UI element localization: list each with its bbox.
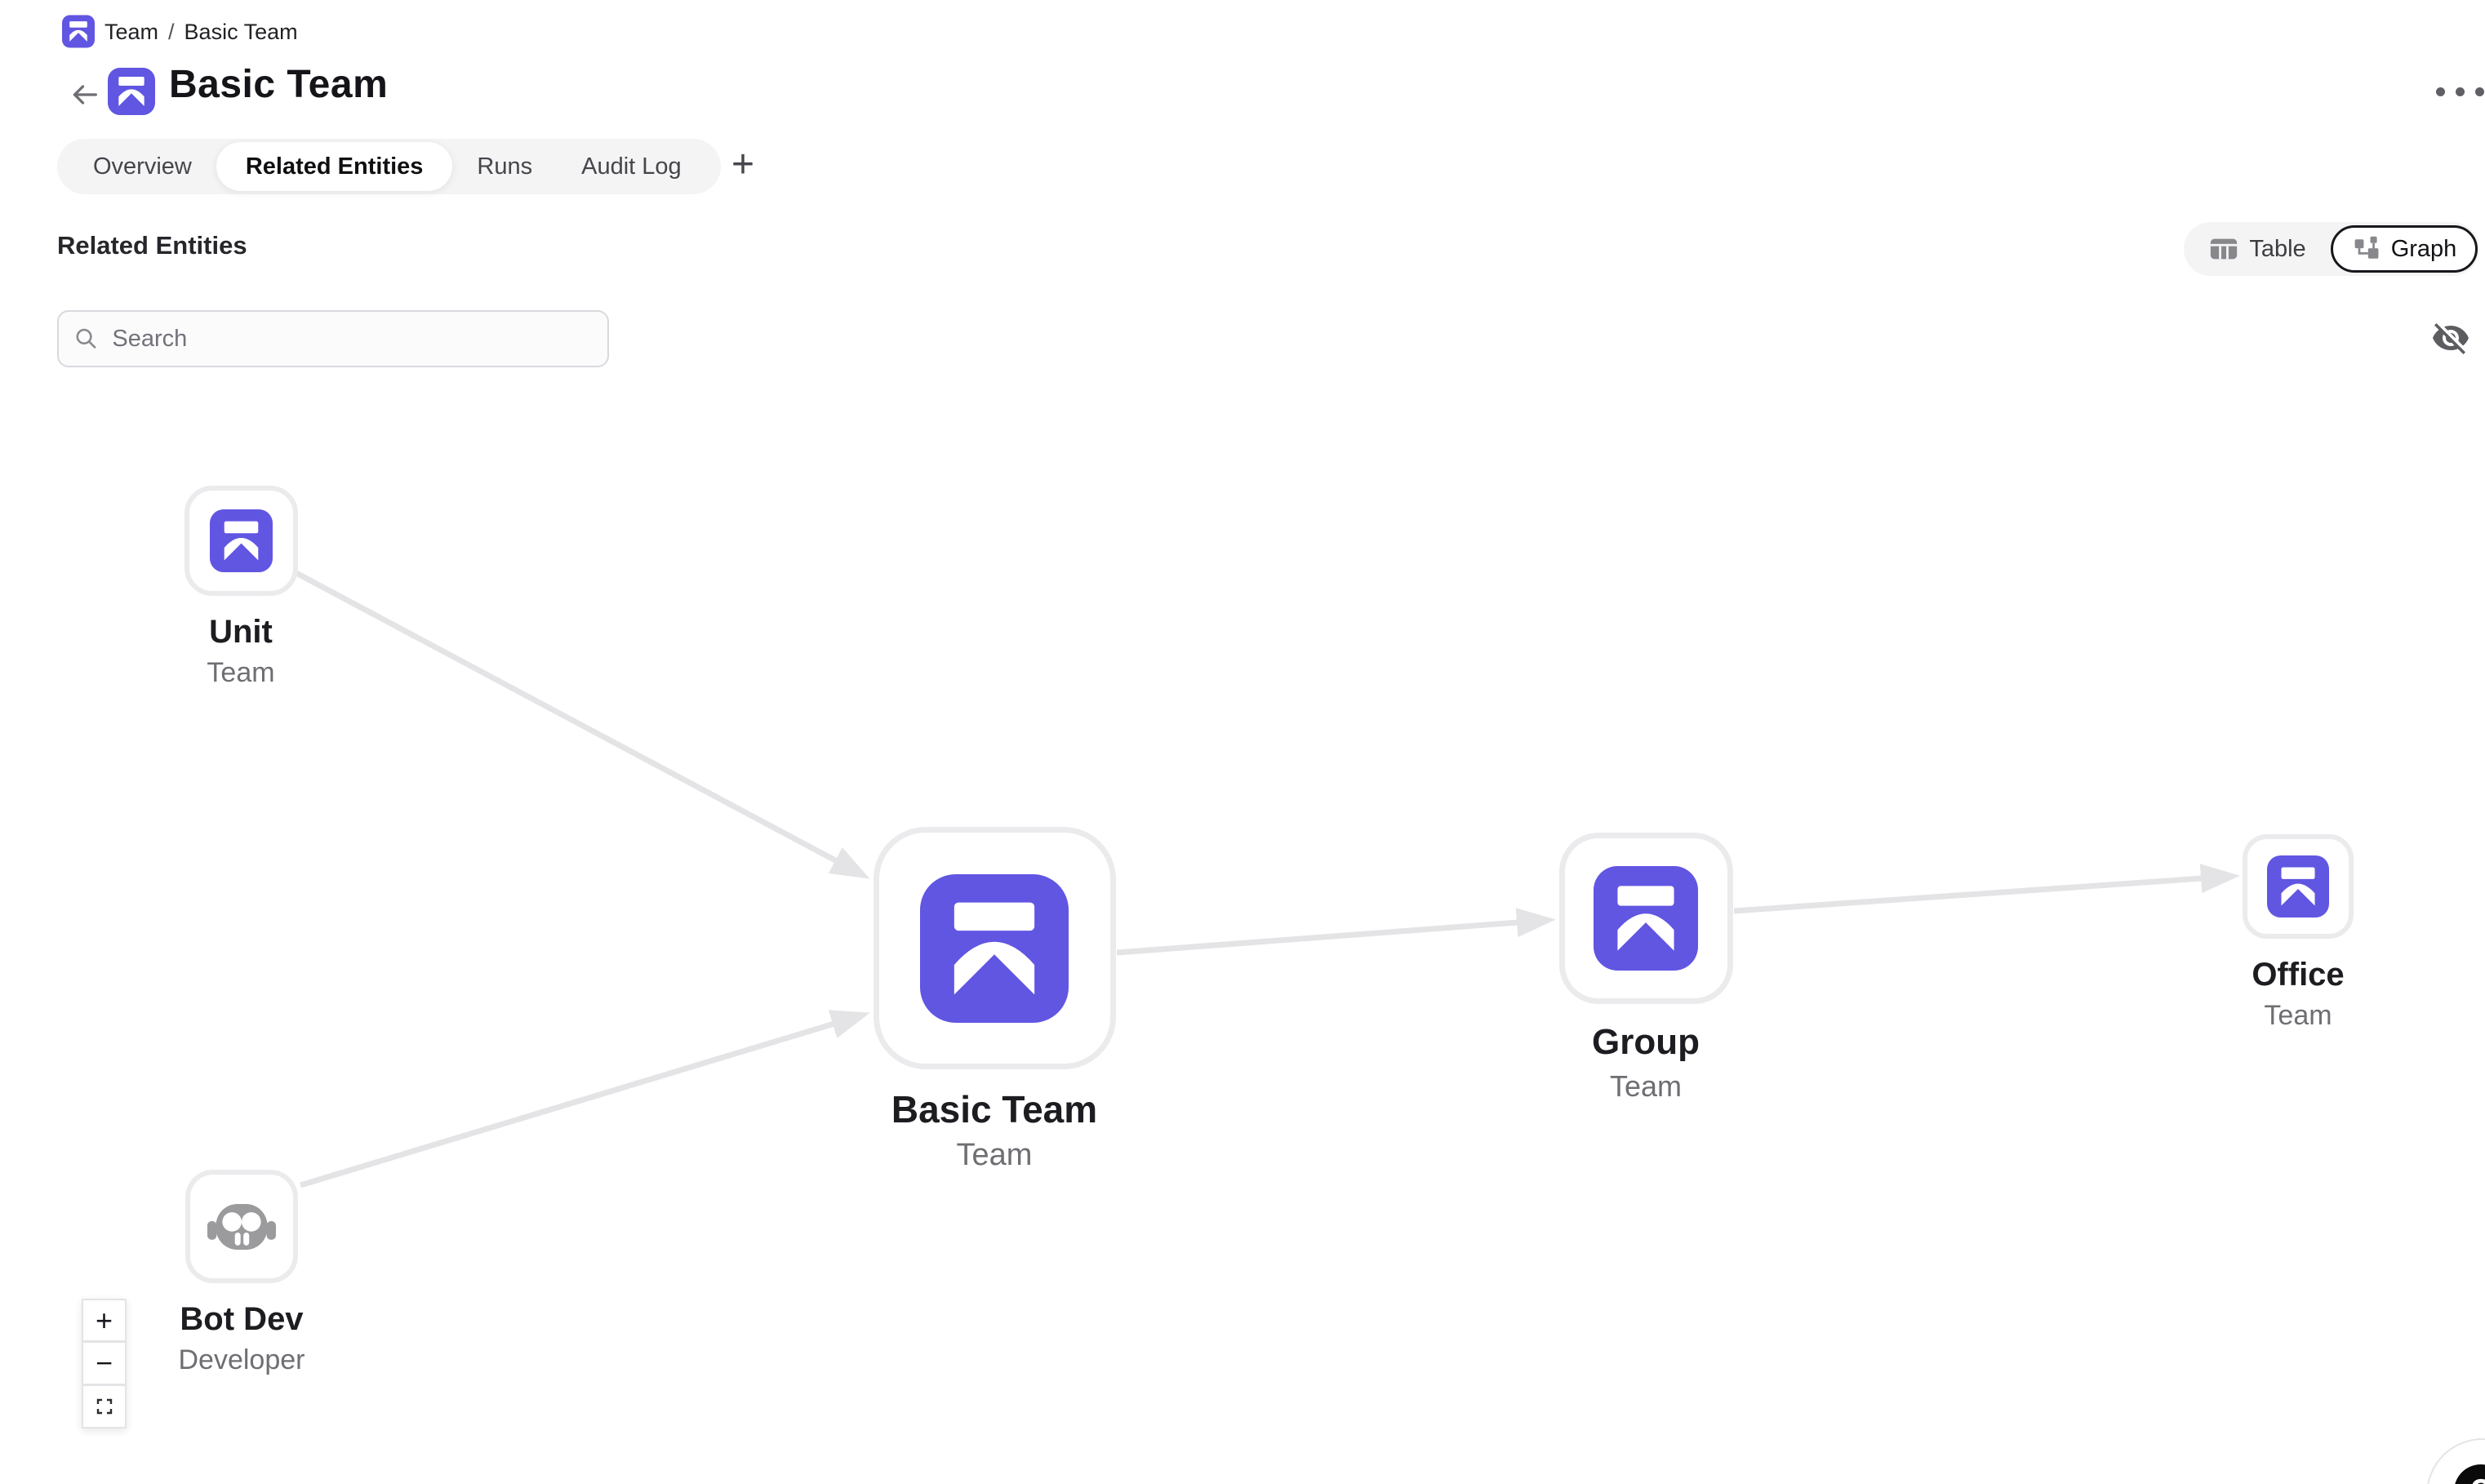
tab-audit-log[interactable]: Audit Log [557,139,706,194]
ellipsis-icon[interactable] [2436,83,2484,100]
section-heading: Related Entities [57,231,247,260]
edge-basic-team-to-group [1117,922,1518,953]
edge-bot-dev-to-basic-team [300,1024,834,1185]
team-flag-icon [108,68,155,115]
node-card [184,486,298,596]
node-name: Bot Dev [180,1301,303,1338]
table-icon [2208,233,2239,264]
zoom-controls: + − [82,1299,127,1428]
node-card [2243,834,2354,939]
node-type: Team [207,657,274,689]
search-input[interactable] [110,325,593,353]
entity-page: Team / Basic Team Basic Team Overview Re… [0,0,2485,1484]
graph-node-group[interactable]: Group Team [1523,833,1768,1104]
node-name: Basic Team [891,1087,1097,1131]
edge-group-to-office [1734,878,2203,911]
team-flag-icon [210,509,273,572]
breadcrumb: Team / Basic Team [104,20,298,45]
breadcrumb-separator: / [168,20,175,45]
edge-unit-to-basic-team [296,573,837,861]
graph-icon [2352,234,2381,264]
team-flag-icon [920,874,1069,1023]
node-type: Team [957,1138,1033,1173]
node-name: Unit [209,614,273,651]
graph-view-label: Graph [2391,236,2457,263]
node-card [185,1170,298,1283]
node-name: Group [1592,1022,1700,1063]
zoom-out-button[interactable]: − [82,1342,127,1385]
view-toggle: Table Graph [2184,222,2479,276]
table-view-button[interactable]: Table [2184,222,2331,276]
graph-node-office[interactable]: Office Team [2176,834,2421,1032]
tab-related-entities[interactable]: Related Entities [216,142,453,191]
breadcrumb-current[interactable]: Basic Team [184,20,298,45]
search-icon [73,325,99,353]
graph-node-basic-team[interactable]: Basic Team Team [872,827,1117,1173]
add-tab-button[interactable]: + [731,137,754,193]
node-card [1559,833,1733,1004]
graph-view-button[interactable]: Graph [2331,225,2478,273]
node-name: Office [2252,957,2344,993]
tab-bar: Overview Related Entities Runs Audit Log [57,139,721,194]
back-button[interactable] [67,78,103,111]
table-view-label: Table [2249,236,2305,263]
robot-icon [206,1198,278,1255]
graph-node-bot-dev[interactable]: Bot Dev Developer [119,1170,364,1376]
breadcrumb-team-link[interactable]: Team [104,20,158,45]
node-type: Developer [179,1344,305,1376]
fit-view-icon [95,1397,114,1416]
fit-view-button[interactable] [82,1385,127,1428]
zoom-in-button[interactable]: + [82,1299,127,1342]
tab-runs[interactable]: Runs [452,139,557,194]
node-card [874,827,1116,1069]
node-type: Team [2264,1000,2332,1032]
search-box [57,310,609,367]
team-flag-icon [62,13,95,50]
graph-node-unit[interactable]: Unit Team [118,486,363,689]
eye-off-icon[interactable] [2431,318,2470,358]
node-type: Team [1610,1069,1682,1104]
tab-overview[interactable]: Overview [69,139,216,194]
team-flag-icon [1594,866,1698,971]
page-title: Basic Team [169,62,388,107]
graph-edges-canvas [0,0,2485,1484]
team-flag-icon [2267,855,2329,918]
